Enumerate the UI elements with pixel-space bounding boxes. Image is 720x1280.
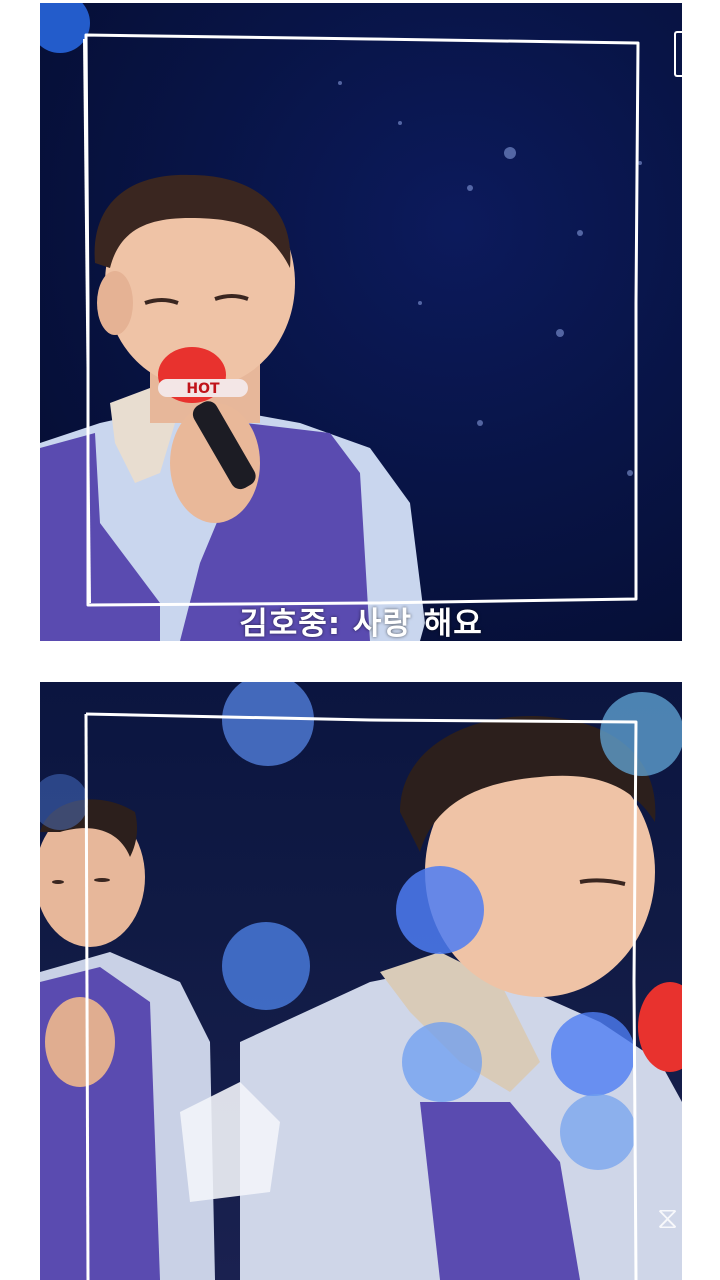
frame-edge-mark xyxy=(674,31,682,77)
capcut-logo-icon: ⧖ xyxy=(656,1201,678,1236)
video-caption: 김호중: 사랑 해요 xyxy=(239,606,483,641)
singer-closeup-image: HOT xyxy=(40,3,642,641)
mic-flag-label: HOT xyxy=(186,381,220,397)
singers-performance-image xyxy=(40,682,682,1280)
bottom-video-frame: ⧖ xyxy=(40,682,682,1280)
top-video-frame: HOT 김호중: 사랑 해요 xyxy=(40,3,682,641)
